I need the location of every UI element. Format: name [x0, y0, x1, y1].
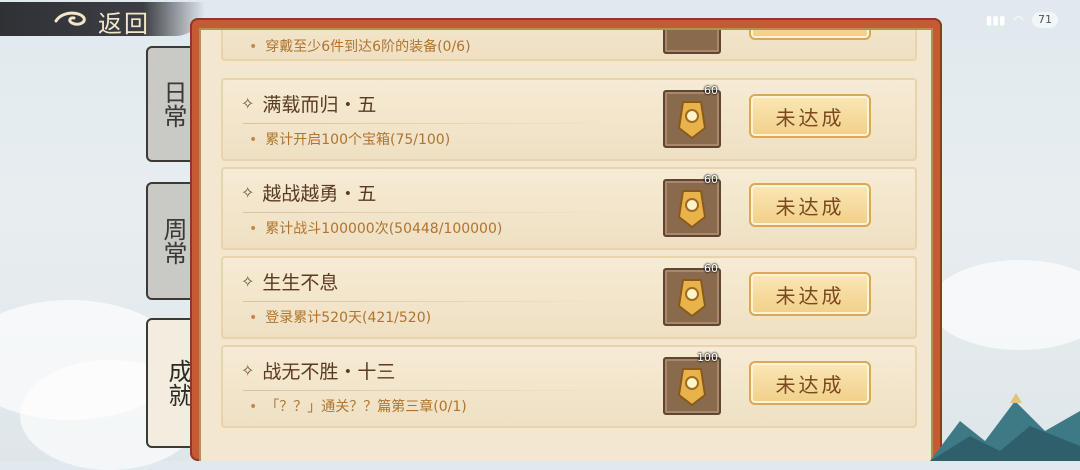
signal-icon: ▮▮▮	[985, 13, 1006, 27]
status-button[interactable]: 未达成	[749, 94, 871, 138]
list-item: ✧ 生生不息 • 登录累计520天(421/520) 60 未达成	[221, 256, 917, 339]
gold-scroll-icon	[677, 368, 707, 407]
sparkle-star-icon: ✧	[241, 94, 255, 113]
divider	[243, 123, 623, 124]
title-text: 战无不胜・十三	[262, 361, 396, 383]
achievement-title: ✧ 战无不胜・十三	[241, 357, 395, 384]
list-item: ✧ 满载而归・五 • 累计开启100个宝箱(75/100) 60 未达成	[221, 78, 917, 161]
mountain-decoration	[930, 393, 1080, 461]
desc-text: 登录累计520天(421/520)	[265, 310, 432, 326]
achievement-desc: • 累计战斗100000次(50448/100000)	[249, 218, 502, 238]
gold-scroll-icon	[677, 279, 707, 318]
gold-scroll-icon	[677, 101, 707, 140]
bullet-dot: •	[249, 39, 258, 55]
divider	[243, 212, 623, 213]
status-button[interactable]: 未达成	[749, 361, 871, 405]
reward-count: 100	[697, 351, 718, 364]
status-button[interactable]	[749, 30, 871, 40]
sparkle-star-icon: ✧	[241, 272, 255, 291]
achievement-desc: • 登录累计520天(421/520)	[249, 307, 431, 327]
achievement-list[interactable]: • 穿戴至少6件到达6阶的装备(0/6) ✧ 满载而归・五 • 累计开启100个宝箱…	[199, 28, 933, 461]
reward-slot[interactable]: 60	[663, 173, 721, 237]
sparkle-star-icon: ✧	[241, 361, 255, 380]
title-text: 生生不息	[262, 272, 339, 294]
reward-count: 60	[704, 173, 718, 186]
sparkle-star-icon: ✧	[241, 183, 255, 202]
back-label: 返回	[98, 10, 150, 38]
achievement-title: ✧ 满载而归・五	[241, 90, 376, 117]
achievement-desc: • 累计开启100个宝箱(75/100)	[249, 129, 450, 149]
tab-label: 周常	[159, 217, 187, 265]
reward-slot[interactable]: 60	[663, 262, 721, 326]
list-item: ✧ 越战越勇・五 • 累计战斗100000次(50448/100000) 60 未…	[221, 167, 917, 250]
bullet-dot: •	[249, 132, 258, 148]
desc-text: 累计开启100个宝箱(75/100)	[265, 132, 451, 148]
gold-scroll-icon	[677, 190, 707, 229]
reward-count: 60	[704, 262, 718, 275]
battery-indicator: 71	[1032, 12, 1058, 28]
bullet-dot: •	[249, 310, 258, 326]
reward-slot[interactable]: 60	[663, 84, 721, 148]
desc-text: 穿戴至少6件到达6阶的装备(0/6)	[265, 39, 471, 55]
tab-label: 日常	[159, 80, 187, 128]
status-button[interactable]: 未达成	[749, 183, 871, 227]
achievement-desc: • 穿戴至少6件到达6阶的装备(0/6)	[249, 36, 471, 56]
swirl-icon	[54, 11, 86, 26]
desc-text: 「？？」通关？？篇第三章(0/1)	[265, 399, 467, 415]
desc-text: 累计战斗100000次(50448/100000)	[265, 221, 503, 237]
list-item: • 穿戴至少6件到达6阶的装备(0/6)	[221, 30, 917, 61]
reward-slot[interactable]	[663, 30, 721, 54]
cloud-decoration	[930, 260, 1080, 350]
bullet-dot: •	[249, 221, 258, 237]
status-button[interactable]: 未达成	[749, 272, 871, 316]
list-item: ✧ 战无不胜・十三 • 「？？」通关？？篇第三章(0/1) 100 未达成	[221, 345, 917, 428]
reward-count: 60	[704, 84, 718, 97]
status-bar: ▮▮▮ ◠ 71	[986, 12, 1058, 28]
title-text: 满载而归・五	[262, 94, 377, 116]
achievement-title: ✧ 越战越勇・五	[241, 179, 376, 206]
bullet-dot: •	[249, 399, 258, 415]
achievement-title: ✧ 生生不息	[241, 268, 338, 295]
divider	[243, 390, 623, 391]
achievement-desc: • 「？？」通关？？篇第三章(0/1)	[249, 396, 467, 416]
divider	[243, 301, 623, 302]
title-text: 越战越勇・五	[262, 183, 377, 205]
reward-slot[interactable]: 100	[663, 351, 721, 415]
wifi-icon: ◠	[1013, 13, 1024, 27]
achievement-panel: • 穿戴至少6件到达6阶的装备(0/6) ✧ 满载而归・五 • 累计开启100个宝箱…	[190, 18, 942, 461]
